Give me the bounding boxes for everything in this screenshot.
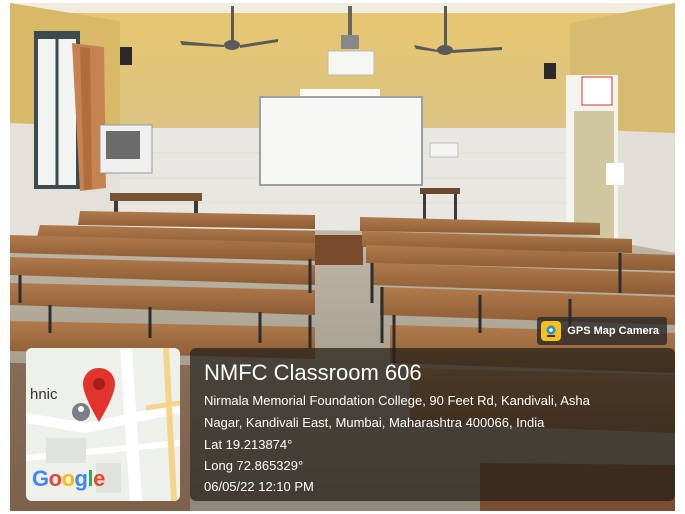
gps-map-camera-icon <box>541 321 562 341</box>
location-title: NMFC Classroom 606 <box>204 360 422 385</box>
map-place-label: hnic <box>30 386 58 403</box>
google-logo-letter: e <box>93 466 105 491</box>
photo-frame: GPS Map Camera hnic Google NMFC Classroo… <box>10 3 675 511</box>
google-logo-letter: o <box>48 466 62 491</box>
google-logo-letter: o <box>61 466 75 491</box>
longitude: Long 72.865329° <box>204 458 304 473</box>
address-line-2: Nagar, Kandivali East, Mumbai, Maharasht… <box>204 415 545 430</box>
badge-label: GPS Map Camera <box>567 325 659 337</box>
latitude: Lat 19.213874° <box>204 437 293 452</box>
google-logo: Google <box>32 466 105 492</box>
gps-map-camera-badge: GPS Map Camera <box>537 317 667 345</box>
address-line-1: Nirmala Memorial Foundation College, 90 … <box>204 393 590 408</box>
location-info-panel: NMFC Classroom 606 Nirmala Memorial Foun… <box>190 348 675 501</box>
map-thumbnail[interactable]: hnic Google <box>26 348 180 501</box>
google-logo-letter: g <box>74 466 88 491</box>
map-pin-icon <box>83 368 115 422</box>
google-logo-letter: G <box>32 466 49 491</box>
timestamp: 06/05/22 12:10 PM <box>204 479 314 494</box>
